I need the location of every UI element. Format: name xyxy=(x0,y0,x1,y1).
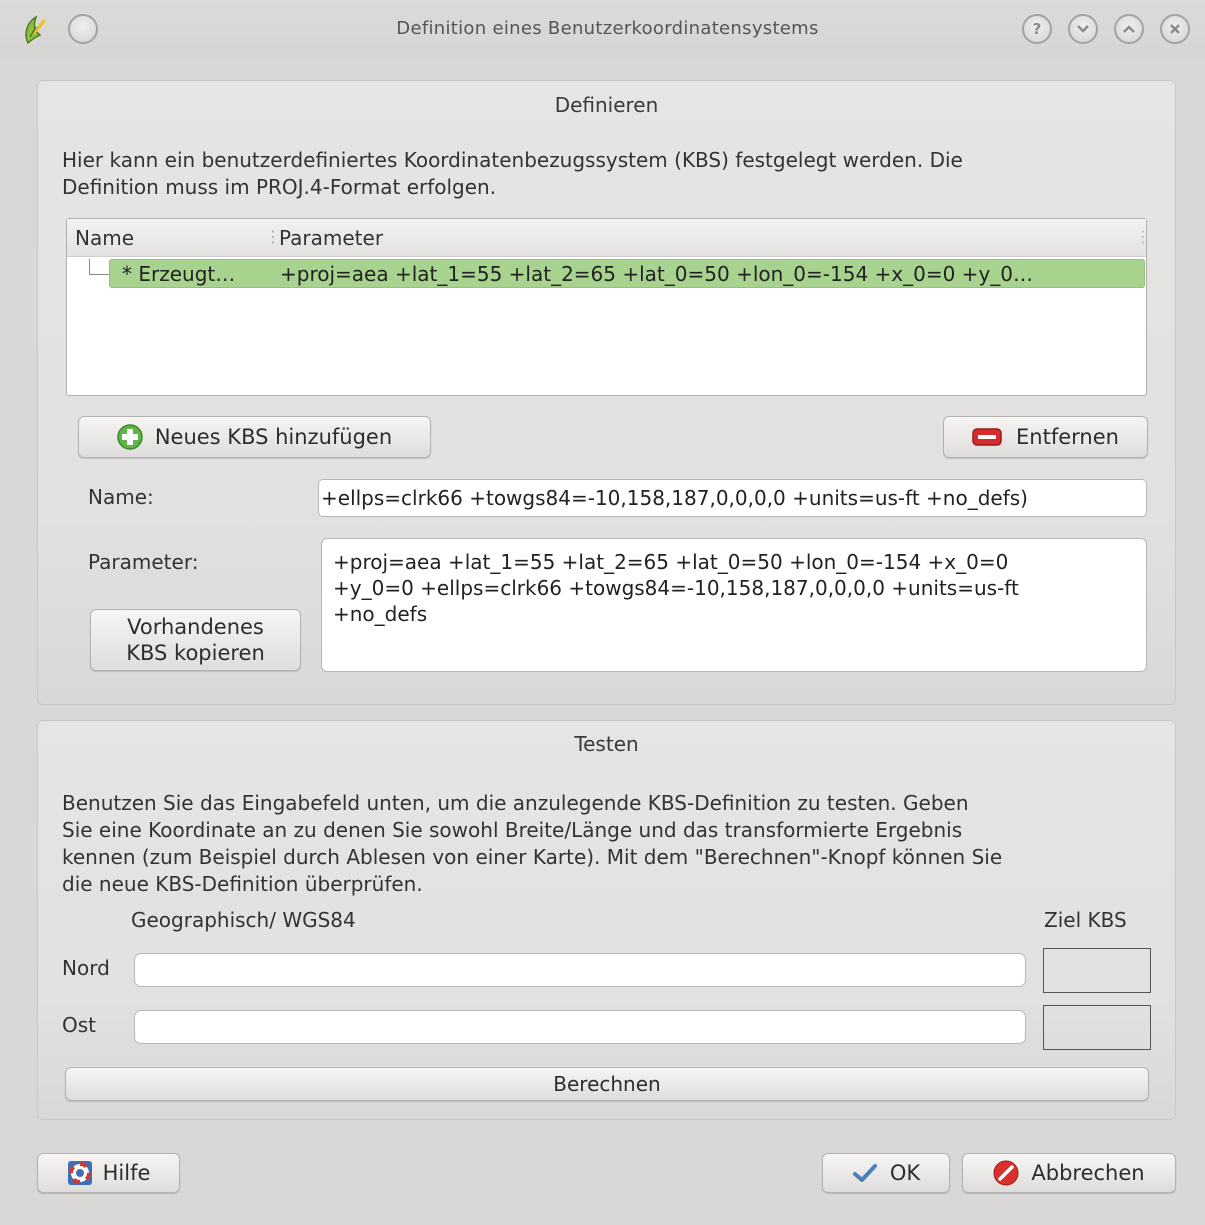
cancel-button[interactable]: Abbrechen xyxy=(962,1153,1176,1193)
parameter-textarea[interactable]: +proj=aea +lat_1=55 +lat_2=65 +lat_0=50 … xyxy=(321,538,1147,672)
add-crs-button[interactable]: Neues KBS hinzufügen xyxy=(78,416,431,458)
crs-table[interactable]: Name ⋮ Parameter ⋮ * Erzeugt… +proj=aea … xyxy=(66,218,1151,396)
checkmark-icon xyxy=(852,1163,878,1183)
define-description: Hier kann ein benutzerdefiniertes Koordi… xyxy=(62,148,963,199)
minimize-button[interactable] xyxy=(1068,14,1098,44)
geographic-header: Geographisch/ WGS84 xyxy=(131,908,356,932)
cancel-label: Abbrechen xyxy=(1031,1161,1145,1185)
row-name-cell: * Erzeugt… xyxy=(122,262,236,286)
name-input[interactable]: +ellps=clrk66 +towgs84=-10,158,187,0,0,0… xyxy=(318,479,1147,517)
define-group-title: Definieren xyxy=(554,93,659,117)
north-result xyxy=(1043,948,1151,993)
chevron-up-icon xyxy=(1123,25,1135,33)
close-icon xyxy=(1170,24,1180,34)
tree-branch-line xyxy=(89,259,109,275)
ok-label: OK xyxy=(889,1161,921,1185)
remove-crs-button[interactable]: Entfernen xyxy=(943,416,1148,458)
lifebuoy-icon xyxy=(67,1160,93,1186)
remove-crs-label: Entfernen xyxy=(1016,425,1119,449)
help-label: Hilfe xyxy=(102,1161,151,1185)
copy-button-line2: KBS kopieren xyxy=(126,641,265,665)
east-result xyxy=(1043,1005,1151,1050)
calculate-button[interactable]: Berechnen xyxy=(65,1067,1149,1101)
north-input[interactable] xyxy=(134,953,1026,987)
copy-button-line1: Vorhandenes xyxy=(127,615,264,639)
test-group-title: Testen xyxy=(574,732,639,756)
table-header: Name ⋮ Parameter ⋮ xyxy=(67,219,1151,257)
row-parameter-cell: +proj=aea +lat_1=55 +lat_2=65 +lat_0=50 … xyxy=(280,262,1033,286)
green-plus-icon xyxy=(117,424,143,450)
name-input-value: +ellps=clrk66 +towgs84=-10,158,187,0,0,0… xyxy=(321,486,1028,510)
help-button[interactable]: Hilfe xyxy=(37,1153,180,1193)
table-row[interactable]: * Erzeugt… +proj=aea +lat_1=55 +lat_2=65… xyxy=(109,259,1145,288)
column-header-parameter[interactable]: Parameter xyxy=(279,226,383,250)
red-minus-icon xyxy=(972,427,1002,447)
copy-existing-crs-button[interactable]: Vorhandenes KBS kopieren xyxy=(90,609,301,671)
parameter-label: Parameter: xyxy=(88,550,199,574)
name-label: Name: xyxy=(88,485,154,509)
column-divider: ⋮ xyxy=(1135,227,1151,246)
close-button[interactable] xyxy=(1160,14,1190,44)
cancel-icon xyxy=(993,1160,1019,1186)
east-input[interactable] xyxy=(134,1010,1026,1044)
north-label: Nord xyxy=(62,956,110,980)
parameter-text: +proj=aea +lat_1=55 +lat_2=65 +lat_0=50 … xyxy=(333,550,1019,626)
ok-button[interactable]: OK xyxy=(822,1153,950,1193)
add-crs-label: Neues KBS hinzufügen xyxy=(154,425,393,449)
maximize-button[interactable] xyxy=(1114,14,1144,44)
title-bar: Definition eines Benutzerkoordinatensyst… xyxy=(0,0,1205,60)
target-crs-header: Ziel KBS xyxy=(1044,908,1127,932)
chevron-down-icon xyxy=(1077,25,1089,33)
east-label: Ost xyxy=(62,1013,97,1037)
test-description: Benutzen Sie das Eingabefeld unten, um d… xyxy=(62,791,1003,896)
help-titlebar-button[interactable]: ? xyxy=(1022,14,1052,44)
column-header-name[interactable]: Name xyxy=(75,226,134,250)
